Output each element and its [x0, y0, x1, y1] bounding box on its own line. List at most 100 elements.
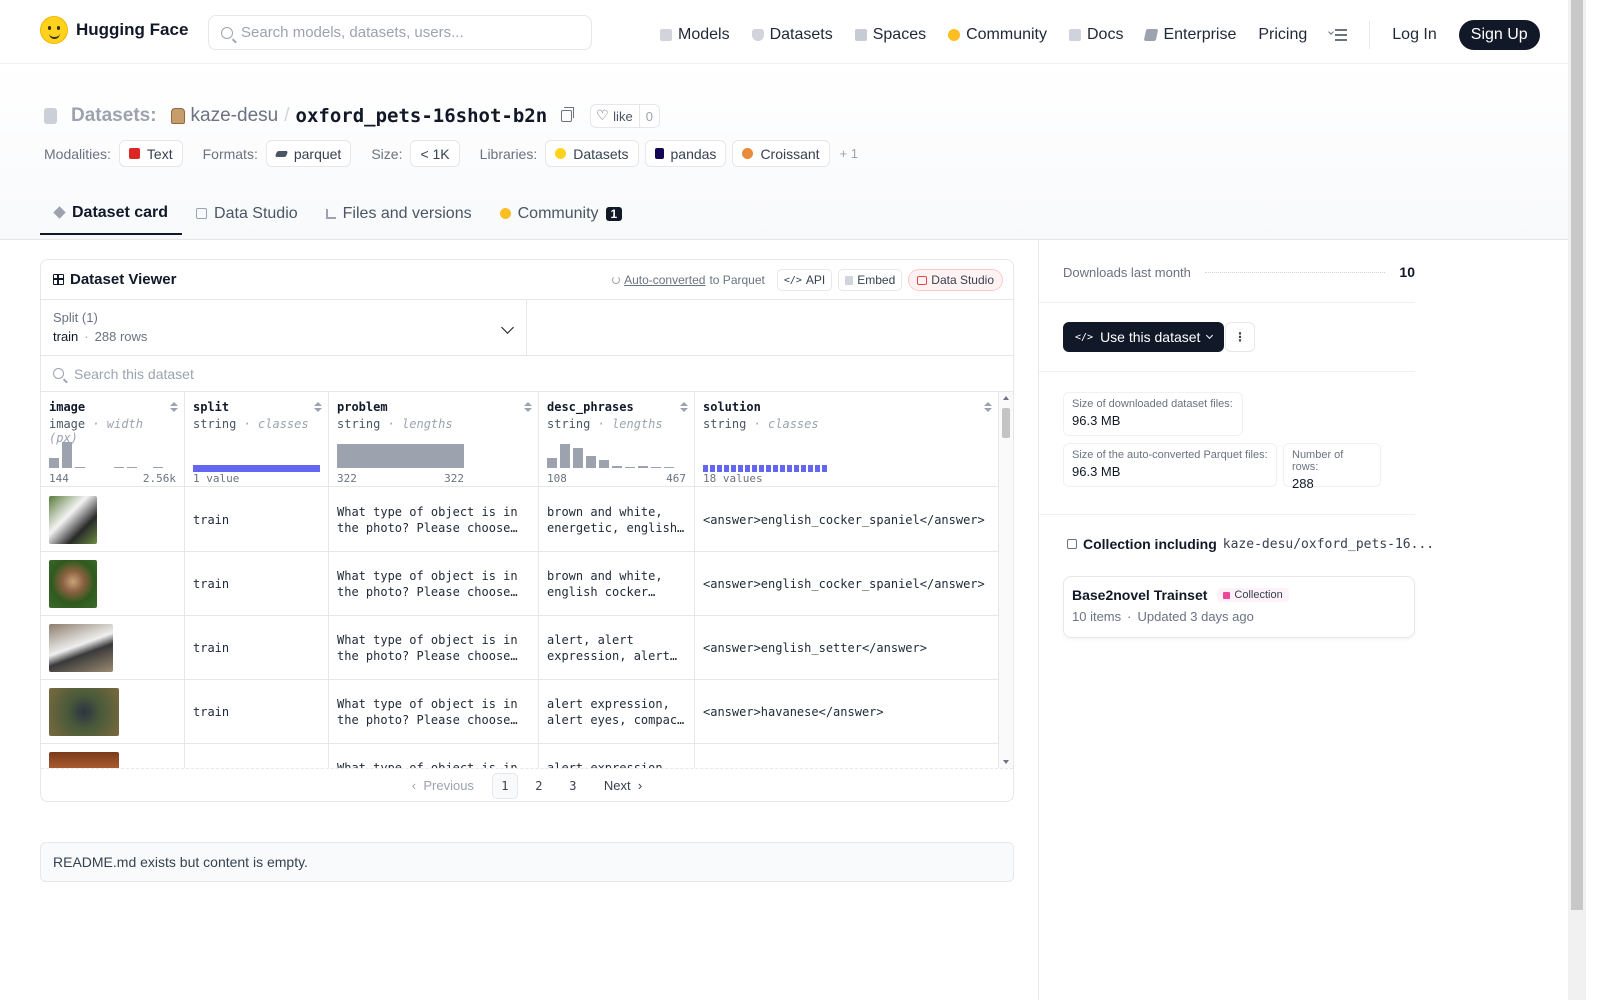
- page-scrollbar[interactable]: [1568, 0, 1600, 1000]
- use-this-dataset-button[interactable]: </> Use this dataset: [1063, 322, 1225, 352]
- histogram-bar[interactable]: [153, 467, 163, 468]
- length-bar[interactable]: [337, 444, 464, 468]
- previous-page-button[interactable]: ‹ Previous: [402, 778, 484, 793]
- table-cell[interactable]: [41, 616, 184, 680]
- sort-icon[interactable]: [314, 402, 322, 414]
- class-bar[interactable]: [752, 465, 757, 472]
- nav-community[interactable]: Community: [948, 26, 1047, 44]
- table-cell[interactable]: What type of object is in the photo? Ple…: [329, 488, 538, 552]
- table-cell[interactable]: What type of object is in the photo? Ple…: [329, 552, 538, 616]
- tag-pandas[interactable]: pandas: [644, 140, 727, 167]
- histogram-bar[interactable]: [62, 442, 72, 468]
- api-button[interactable]: </> API: [776, 269, 833, 291]
- table-scrollbar[interactable]: [999, 392, 1013, 768]
- more-tags[interactable]: + 1: [840, 146, 858, 161]
- repo-owner-link[interactable]: kaze-desu: [191, 105, 279, 127]
- more-menu-icon[interactable]: [1328, 29, 1348, 41]
- tag-size[interactable]: < 1K: [410, 140, 460, 167]
- tag-text[interactable]: Text: [118, 140, 183, 167]
- table-cell[interactable]: <answer>havanese</answer>: [695, 680, 998, 744]
- histogram-bar[interactable]: [638, 466, 648, 468]
- collection-card[interactable]: Base2novel Trainset Collection 10 items ·…: [1063, 576, 1415, 638]
- tag-datasets[interactable]: Datasets: [545, 140, 639, 167]
- class-bar[interactable]: [801, 465, 806, 472]
- table-cell[interactable]: train: [185, 616, 328, 680]
- table-cell[interactable]: [41, 744, 184, 768]
- class-bar[interactable]: [759, 465, 764, 472]
- histogram-bar[interactable]: [573, 448, 583, 468]
- scroll-up-icon[interactable]: [1003, 396, 1009, 400]
- table-cell[interactable]: <answer>english_cocker_spaniel</answer>: [695, 552, 998, 616]
- embed-button[interactable]: Embed: [838, 269, 903, 291]
- table-cell[interactable]: What type of object is in the photo? Ple…: [329, 616, 538, 680]
- table-cell[interactable]: train: [185, 680, 328, 744]
- like-button[interactable]: like 0: [590, 104, 660, 128]
- tab-files[interactable]: Files and versions: [312, 192, 486, 235]
- scroll-thumb[interactable]: [1002, 408, 1010, 438]
- histogram-bar[interactable]: [586, 456, 596, 468]
- sort-icon[interactable]: [524, 402, 532, 414]
- dataset-search-input[interactable]: Search this dataset: [41, 356, 1013, 392]
- table-cell[interactable]: train: [185, 488, 328, 552]
- class-bar[interactable]: [773, 465, 778, 472]
- class-bar[interactable]: [703, 465, 708, 472]
- column-header[interactable]: image image · width (px) 144 2.56k: [41, 392, 184, 487]
- signup-button[interactable]: Sign Up: [1458, 20, 1540, 50]
- class-bar[interactable]: [724, 465, 729, 472]
- data-studio-button[interactable]: Data Studio: [908, 269, 1003, 291]
- table-cell[interactable]: [695, 744, 998, 768]
- tab-data-studio[interactable]: Data Studio: [182, 192, 312, 235]
- table-cell[interactable]: alert expression, alert eyes: [539, 744, 694, 769]
- table-cell[interactable]: alert expression, alert eyes, compact bo…: [539, 680, 694, 744]
- class-bar[interactable]: [745, 465, 750, 472]
- nav-docs[interactable]: Docs: [1069, 26, 1123, 44]
- table-cell[interactable]: What type of object is in the photo? Ple…: [329, 680, 538, 744]
- page-1-button[interactable]: 1: [491, 772, 518, 799]
- nav-spaces[interactable]: Spaces: [854, 26, 926, 44]
- auto-converted-link[interactable]: Auto-converted: [624, 273, 705, 287]
- table-cell[interactable]: [41, 552, 184, 616]
- column-header[interactable]: solution string · classes 18 values: [695, 392, 998, 487]
- class-bar[interactable]: [731, 465, 736, 472]
- table-cell[interactable]: brown and white, english cocker spaniel: [539, 552, 694, 616]
- histogram-bar[interactable]: [651, 467, 661, 468]
- tag-parquet[interactable]: parquet: [265, 140, 352, 167]
- class-bar[interactable]: [717, 465, 722, 472]
- histogram-bar[interactable]: [612, 466, 622, 468]
- nav-models[interactable]: Models: [660, 26, 730, 44]
- sort-icon[interactable]: [170, 402, 178, 414]
- table-cell[interactable]: brown and white, energetic, english cock…: [539, 488, 694, 552]
- login-link[interactable]: Log In: [1392, 26, 1436, 44]
- split-selector[interactable]: Split (1) train · 288 rows: [41, 300, 527, 355]
- class-bar[interactable]: [808, 465, 813, 472]
- copy-icon[interactable]: [561, 107, 575, 122]
- class-bar[interactable]: [766, 465, 771, 472]
- table-cell[interactable]: <answer>english_setter</answer>: [695, 616, 998, 680]
- pet-image-thumbnail[interactable]: [49, 559, 97, 608]
- histogram-bar[interactable]: [625, 467, 635, 468]
- histogram-bar[interactable]: [547, 458, 557, 468]
- pet-image-thumbnail[interactable]: [49, 623, 113, 672]
- histogram-bar[interactable]: [75, 467, 85, 468]
- class-bar[interactable]: [787, 465, 792, 472]
- table-cell[interactable]: alert, alert expression, alert eyes: [539, 616, 694, 680]
- tab-dataset-card[interactable]: Dataset card: [40, 192, 183, 235]
- more-options-button[interactable]: ⋮: [1225, 322, 1255, 352]
- repo-prefix[interactable]: Datasets:: [71, 105, 157, 127]
- table-cell[interactable]: [41, 680, 184, 744]
- histogram-bar[interactable]: [49, 458, 59, 468]
- pet-image-thumbnail[interactable]: [49, 751, 119, 768]
- pet-image-thumbnail[interactable]: [49, 495, 97, 544]
- nav-pricing[interactable]: Pricing: [1258, 26, 1307, 44]
- class-bar[interactable]: [794, 465, 799, 472]
- sort-icon[interactable]: [680, 402, 688, 414]
- class-bar[interactable]: [193, 465, 320, 472]
- table-cell[interactable]: train: [185, 552, 328, 616]
- class-bar[interactable]: [822, 465, 827, 472]
- tag-croissant[interactable]: Croissant: [732, 140, 830, 167]
- histogram-bar[interactable]: [127, 467, 137, 468]
- class-bar[interactable]: [780, 465, 785, 472]
- pet-image-thumbnail[interactable]: [49, 687, 119, 736]
- page-2-button[interactable]: 2: [526, 773, 552, 799]
- tab-community[interactable]: Community 1: [486, 192, 637, 235]
